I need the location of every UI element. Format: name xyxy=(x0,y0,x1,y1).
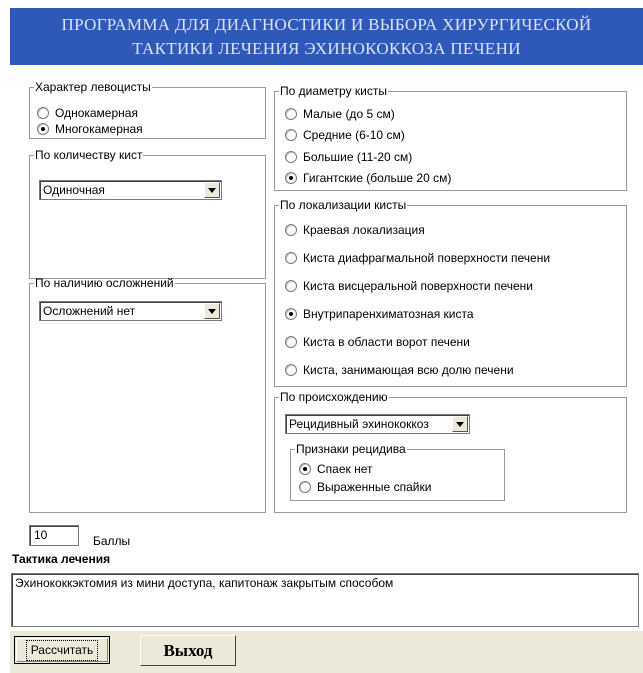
radio-diameter-medium-indicator[interactable] xyxy=(285,129,297,141)
radio-diameter-large-indicator[interactable] xyxy=(285,151,297,163)
tactics-label: Тактика лечения xyxy=(12,552,111,566)
group-cyst-character-legend: Характер левоцисты xyxy=(35,80,151,94)
radio-diameter-small[interactable]: Малые (до 5 см) xyxy=(285,107,395,121)
complications-select[interactable]: Осложнений нет xyxy=(39,301,222,321)
tactics-output[interactable]: Эхинококкэктомия из мини доступа, капито… xyxy=(11,573,639,627)
radio-multi-chamber[interactable]: Многокамерная xyxy=(37,122,143,136)
radio-no-adhesions[interactable]: Спаек нет xyxy=(299,462,373,476)
radio-single-chamber-indicator[interactable] xyxy=(37,107,49,119)
button-bar: Рассчитать Выход xyxy=(10,631,643,673)
radio-diameter-large-label: Большие (11-20 см) xyxy=(303,150,413,164)
radio-loc-visceral[interactable]: Киста висцеральной поверхности печени xyxy=(285,279,533,293)
radio-diameter-medium-label: Средние (6-10 см) xyxy=(303,128,405,142)
cyst-count-value: Одиночная xyxy=(43,183,105,197)
radio-multi-chamber-indicator[interactable] xyxy=(37,123,49,135)
radio-loc-marginal-label: Краевая локализация xyxy=(303,223,425,237)
group-relapse-signs-legend: Признаки рецидива xyxy=(296,442,406,456)
score-label: Баллы xyxy=(93,534,131,548)
radio-loc-marginal-indicator[interactable] xyxy=(285,224,297,236)
radio-diameter-giant-label: Гигантские (больше 20 см) xyxy=(303,171,452,185)
radio-diameter-large[interactable]: Большие (11-20 см) xyxy=(285,150,412,164)
radio-loc-visceral-indicator[interactable] xyxy=(285,280,297,292)
radio-loc-diaphragmatic-indicator[interactable] xyxy=(285,252,297,264)
origin-value: Рецидивный эхинококкоз xyxy=(289,417,429,431)
radio-loc-whole-lobe-indicator[interactable] xyxy=(285,364,297,376)
chevron-down-icon[interactable] xyxy=(452,416,468,432)
title-line-1: ПРОГРАММА ДЛЯ ДИАГНОСТИКИ И ВЫБОРА ХИРУР… xyxy=(61,15,592,34)
group-cyst-count-legend: По количеству кист xyxy=(35,148,143,162)
title-bar: ПРОГРАММА ДЛЯ ДИАГНОСТИКИ И ВЫБОРА ХИРУР… xyxy=(10,8,643,65)
complications-value: Осложнений нет xyxy=(43,304,136,318)
radio-diameter-medium[interactable]: Средние (6-10 см) xyxy=(285,128,405,142)
radio-loc-intraparenchymal-indicator[interactable] xyxy=(285,308,297,320)
group-cyst-localization-legend: По локализации кисты xyxy=(280,198,407,212)
radio-diameter-giant[interactable]: Гигантские (больше 20 см) xyxy=(285,171,451,185)
radio-loc-intraparenchymal[interactable]: Внутрипаренхиматозная киста xyxy=(285,307,474,321)
calculate-button[interactable]: Рассчитать xyxy=(14,636,110,664)
radio-loc-porta-hepatis-label: Киста в области ворот печени xyxy=(303,335,470,349)
radio-diameter-giant-indicator[interactable] xyxy=(285,172,297,184)
radio-single-chamber[interactable]: Однокамерная xyxy=(37,106,138,120)
title-line-2: ТАКТИКИ ЛЕЧЕНИЯ ЭХИНОКОККОЗА ПЕЧЕНИ xyxy=(132,39,521,58)
main-form: Характер левоцисты Однокамерная Многокам… xyxy=(10,65,643,673)
radio-loc-whole-lobe-label: Киста, занимающая всю долю печени xyxy=(303,363,514,377)
origin-select[interactable]: Рецидивный эхинококкоз xyxy=(285,414,470,434)
radio-loc-porta-hepatis-indicator[interactable] xyxy=(285,336,297,348)
cyst-count-select[interactable]: Одиночная xyxy=(39,180,222,200)
group-origin-legend: По происхождению xyxy=(280,390,388,404)
radio-diameter-small-label: Малые (до 5 см) xyxy=(303,107,395,121)
score-field[interactable]: 10 xyxy=(29,525,79,546)
radio-loc-visceral-label: Киста висцеральной поверхности печени xyxy=(303,279,533,293)
group-cyst-count: По количеству кист xyxy=(29,149,266,279)
radio-loc-whole-lobe[interactable]: Киста, занимающая всю долю печени xyxy=(285,363,514,377)
radio-loc-diaphragmatic-label: Киста диафрагмальной поверхности печени xyxy=(303,251,551,265)
radio-single-chamber-label: Однокамерная xyxy=(55,106,138,120)
radio-loc-marginal[interactable]: Краевая локализация xyxy=(285,223,425,237)
chevron-down-icon[interactable] xyxy=(204,303,220,319)
radio-severe-adhesions-label: Выраженные спайки xyxy=(317,480,432,494)
radio-no-adhesions-indicator[interactable] xyxy=(299,463,311,475)
chevron-down-icon[interactable] xyxy=(204,182,220,198)
radio-loc-diaphragmatic[interactable]: Киста диафрагмальной поверхности печени xyxy=(285,251,550,265)
radio-multi-chamber-label: Многокамерная xyxy=(55,122,143,136)
radio-severe-adhesions-indicator[interactable] xyxy=(299,481,311,493)
calculate-button-label: Рассчитать xyxy=(25,639,99,661)
group-complications-legend: По наличию осложнений xyxy=(35,276,174,290)
radio-loc-intraparenchymal-label: Внутрипаренхиматозная киста xyxy=(303,307,474,321)
exit-button[interactable]: Выход xyxy=(140,635,236,666)
radio-no-adhesions-label: Спаек нет xyxy=(317,462,373,476)
group-cyst-diameter-legend: По диаметру кисты xyxy=(280,84,387,98)
radio-loc-porta-hepatis[interactable]: Киста в области ворот печени xyxy=(285,335,470,349)
radio-severe-adhesions[interactable]: Выраженные спайки xyxy=(299,480,431,494)
radio-diameter-small-indicator[interactable] xyxy=(285,108,297,120)
